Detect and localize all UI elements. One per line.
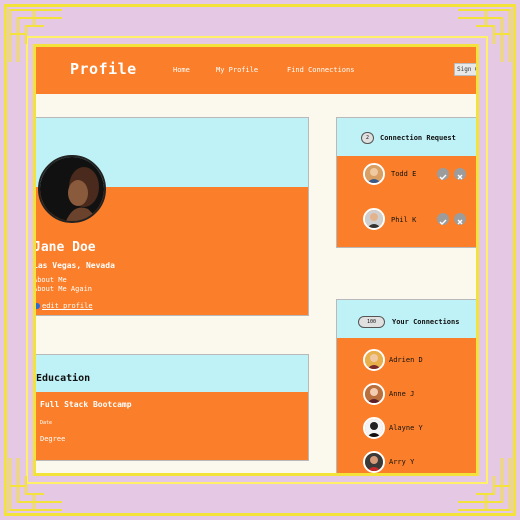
connection-name[interactable]: Arry Y	[389, 458, 414, 466]
brand-title[interactable]: Profile	[70, 60, 137, 78]
nav-link-find-connections[interactable]: Find Connections	[287, 66, 354, 74]
education-title: Education	[36, 373, 91, 384]
avatar[interactable]	[363, 349, 385, 371]
requests-title: Connection Request	[380, 134, 456, 142]
edit-profile-link[interactable]: edit profile	[42, 302, 93, 310]
avatar[interactable]	[363, 451, 385, 473]
decline-icon[interactable]	[454, 168, 466, 180]
connection-name[interactable]: Alayne Y	[389, 424, 423, 432]
accept-icon[interactable]	[437, 213, 449, 225]
browser-viewport: Profile Home My Profile Find Connections…	[33, 44, 479, 476]
nav-link-home[interactable]: Home	[173, 66, 190, 74]
profile-avatar	[38, 155, 106, 223]
education-degree: Degree	[40, 435, 66, 443]
connection-name[interactable]: Adrien D	[389, 356, 423, 364]
avatar[interactable]	[363, 163, 385, 185]
connection-name[interactable]: Anne J	[389, 390, 414, 398]
profile-location: Las Vegas, Nevada	[33, 261, 115, 270]
request-name[interactable]: Phil K	[391, 216, 416, 224]
navbar: Profile Home My Profile Find Connections…	[36, 47, 476, 94]
profile-about-line: About Me Again	[33, 285, 93, 293]
decline-icon[interactable]	[454, 213, 466, 225]
profile-about-line: About Me	[33, 276, 67, 284]
profile-name: Jane Doe	[33, 240, 96, 255]
sign-out-button[interactable]: Sign Out	[454, 63, 476, 76]
nav-link-my-profile[interactable]: My Profile	[216, 66, 258, 74]
education-program: Full Stack Bootcamp	[40, 400, 132, 409]
edit-icon	[36, 303, 40, 309]
request-count-badge: 2	[361, 132, 374, 144]
request-name[interactable]: Todd E	[391, 170, 416, 178]
accept-icon[interactable]	[437, 168, 449, 180]
avatar[interactable]	[363, 383, 385, 405]
avatar[interactable]	[363, 208, 385, 230]
education-date: Date	[40, 420, 53, 426]
connection-count-badge: 100	[358, 316, 385, 328]
avatar[interactable]	[363, 417, 385, 439]
connections-title: Your Connections	[392, 318, 460, 326]
